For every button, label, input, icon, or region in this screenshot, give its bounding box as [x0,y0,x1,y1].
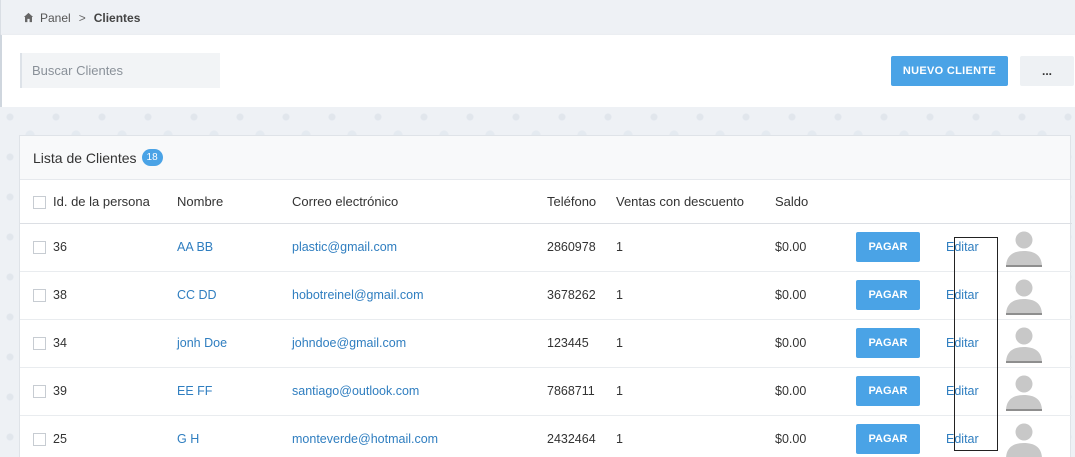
avatar-placeholder-icon [1006,375,1042,411]
toolbar: NUEVO CLIENTE ... [0,35,1075,107]
cell-id: 38 [53,271,177,320]
client-email-link[interactable]: monteverde@hotmail.com [292,432,438,446]
header-id[interactable]: Id. de la persona [53,180,177,224]
client-email-link[interactable]: plastic@gmail.com [292,240,397,254]
client-email-link[interactable]: johndoe@gmail.com [292,336,406,350]
row-checkbox[interactable] [33,289,46,303]
cell-phone: 3678262 [547,271,616,320]
row-checkbox[interactable] [33,433,46,447]
cell-discount-sales: 1 [616,271,775,320]
pay-button[interactable]: PAGAR [856,376,920,406]
card-header: Lista de Clientes 18 [20,136,1070,180]
client-name-link[interactable]: G H [177,432,199,446]
table-row: 39 EE FF santiago@outlook.com 7868711 1 … [20,367,1072,416]
cell-id: 25 [53,415,177,457]
edit-link[interactable]: Editar [941,288,979,302]
cell-balance: $0.00 [775,223,856,272]
new-client-button[interactable]: NUEVO CLIENTE [891,56,1008,86]
cell-balance: $0.00 [775,415,856,457]
edit-link[interactable]: Editar [941,384,979,398]
edit-link[interactable]: Editar [941,432,979,446]
cell-balance: $0.00 [775,319,856,368]
count-badge: 18 [141,149,163,166]
cell-phone: 2860978 [547,223,616,272]
cell-phone: 2432464 [547,415,616,457]
header-phone[interactable]: Teléfono [547,180,616,224]
cell-discount-sales: 1 [616,367,775,416]
cell-balance: $0.00 [775,271,856,320]
breadcrumb-home-link[interactable]: Panel [40,11,71,25]
client-name-link[interactable]: jonh Doe [177,336,227,350]
cell-phone: 7868711 [547,367,616,416]
breadcrumb-current: Clientes [93,10,141,25]
header-balance[interactable]: Saldo [775,180,856,224]
pay-button[interactable]: PAGAR [856,232,920,262]
header-email[interactable]: Correo electrónico [292,180,547,224]
client-name-link[interactable]: CC DD [177,288,217,302]
avatar-placeholder-icon [1006,327,1042,363]
more-options-button[interactable]: ... [1020,56,1074,86]
client-name-link[interactable]: AA BB [177,240,213,254]
cell-balance: $0.00 [775,367,856,416]
breadcrumb: Panel > Clientes [0,0,1075,35]
edit-link[interactable]: Editar [941,240,979,254]
avatar-placeholder-icon [1006,423,1042,457]
cell-discount-sales: 1 [616,319,775,368]
row-checkbox[interactable] [33,337,46,351]
clients-table: Id. de la persona Nombre Correo electrón… [20,180,1072,457]
table-row: 25 G H monteverde@hotmail.com 2432464 1 … [20,415,1072,457]
client-email-link[interactable]: santiago@outlook.com [292,384,419,398]
edit-link[interactable]: Editar [941,336,979,350]
row-checkbox[interactable] [33,241,46,255]
cell-discount-sales: 1 [616,415,775,457]
pay-button[interactable]: PAGAR [856,424,920,454]
table-row: 38 CC DD hobotreinel@gmail.com 3678262 1… [20,271,1072,320]
pay-button[interactable]: PAGAR [856,328,920,358]
pay-button[interactable]: PAGAR [856,280,920,310]
cell-id: 34 [53,319,177,368]
header-discount-sales[interactable]: Ventas con descuento [616,180,775,224]
table-row: 34 jonh Doe johndoe@gmail.com 123445 1 $… [20,319,1072,368]
home-icon[interactable] [23,12,34,23]
client-email-link[interactable]: hobotreinel@gmail.com [292,288,424,302]
cell-discount-sales: 1 [616,223,775,272]
avatar-placeholder-icon [1006,279,1042,315]
card-title: Lista de Clientes [33,149,137,166]
cell-phone: 123445 [547,319,616,368]
table-header-row: Id. de la persona Nombre Correo electrón… [20,180,1072,224]
avatar-placeholder-icon [1006,231,1042,267]
row-checkbox[interactable] [33,385,46,399]
cell-id: 39 [53,367,177,416]
client-name-link[interactable]: EE FF [177,384,212,398]
breadcrumb-separator: > [78,10,86,25]
select-all-checkbox[interactable] [33,195,46,209]
header-name[interactable]: Nombre [177,180,292,224]
cell-id: 36 [53,223,177,272]
search-input[interactable] [20,53,220,88]
clients-card: Lista de Clientes 18 Id. de la persona N… [19,135,1072,457]
table-row: 36 AA BB plastic@gmail.com 2860978 1 $0.… [20,223,1072,272]
